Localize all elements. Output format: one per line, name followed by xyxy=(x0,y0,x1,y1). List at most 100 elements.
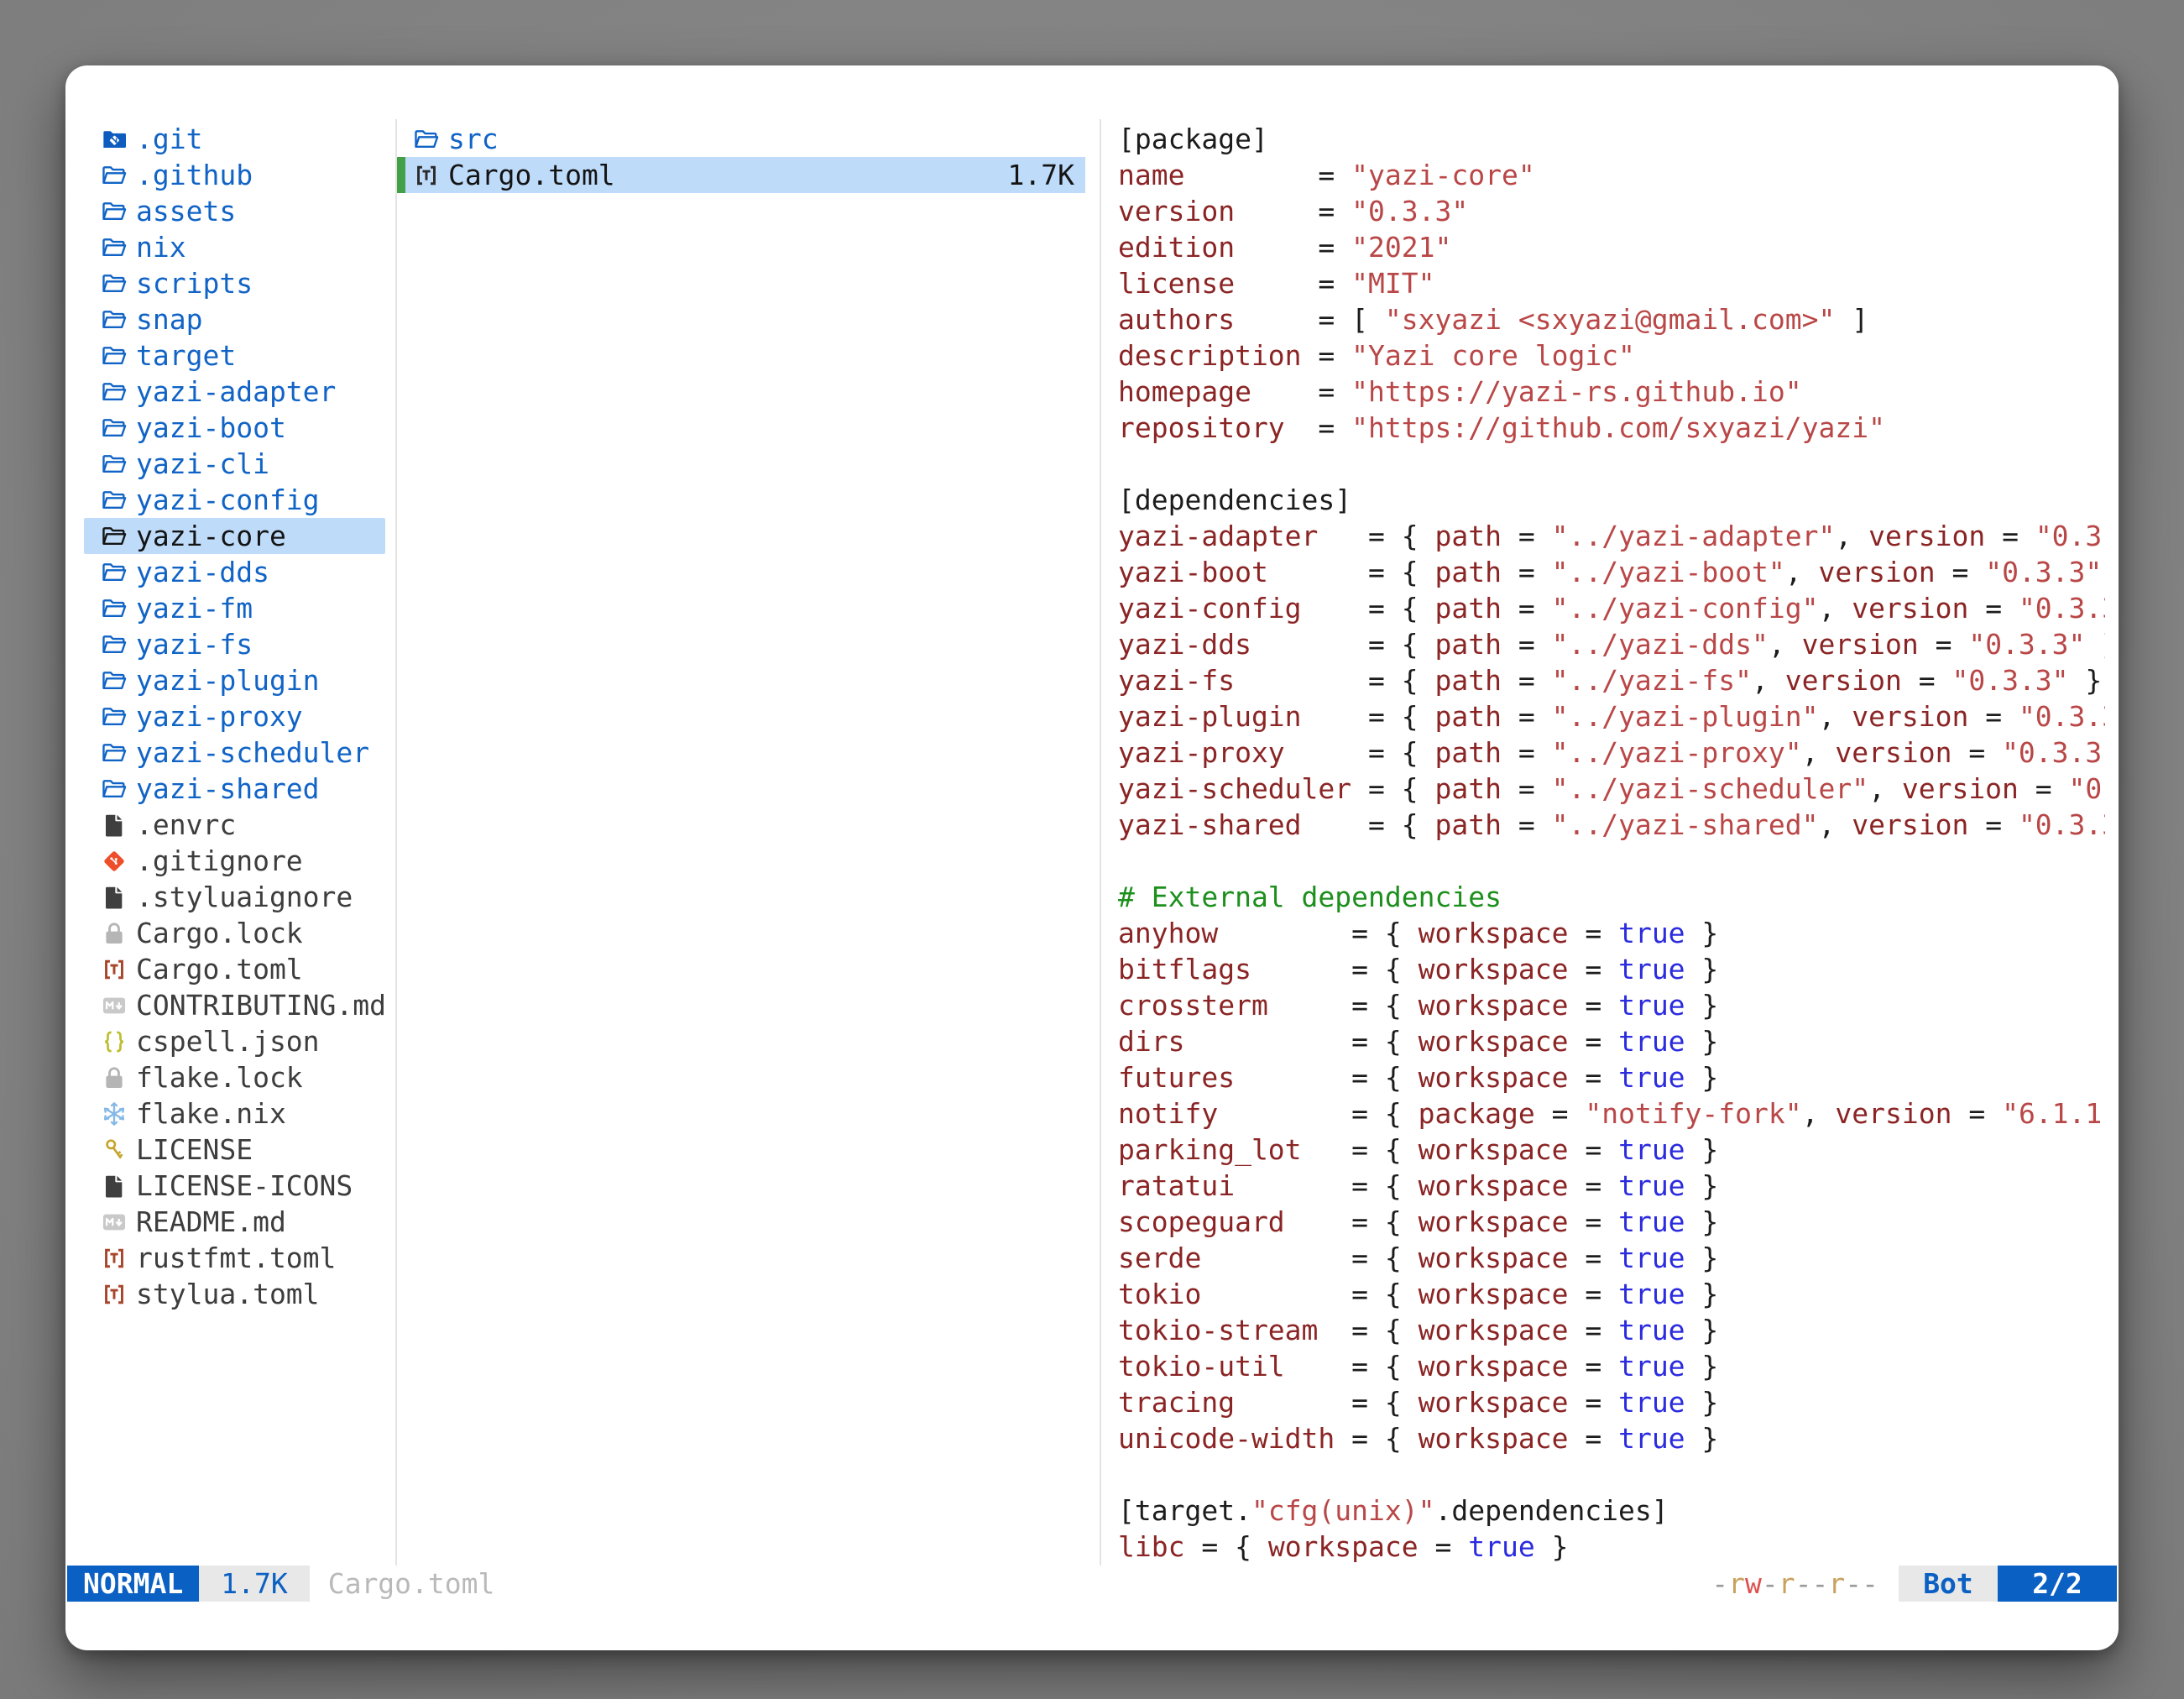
file-item-cspell.json[interactable]: cspell.json xyxy=(65,1023,395,1059)
folder-item-yazi-plugin[interactable]: yazi-plugin xyxy=(65,662,395,698)
item-label: .gitignore xyxy=(136,843,303,879)
preview-line: version = "0.3.3" xyxy=(1118,193,2105,229)
toml-icon xyxy=(413,162,440,189)
lock-icon xyxy=(101,1064,128,1091)
preview-line: yazi-adapter = { path = "../yazi-adapter… xyxy=(1118,518,2105,554)
folder-item-yazi-config[interactable]: yazi-config xyxy=(65,482,395,518)
preview-line: yazi-plugin = { path = "../yazi-plugin",… xyxy=(1118,698,2105,734)
folder-item-yazi-adapter[interactable]: yazi-adapter xyxy=(65,374,395,410)
markdown-icon xyxy=(101,1209,128,1236)
item-label: cspell.json xyxy=(136,1023,320,1059)
preview-line: [package] xyxy=(1118,121,2105,157)
folder-icon xyxy=(101,342,128,369)
selection-marker xyxy=(397,157,405,193)
git-icon xyxy=(101,848,128,875)
item-label: yazi-dds xyxy=(136,554,269,590)
preview-line: serde = { workspace = true } xyxy=(1118,1240,2105,1276)
item-label: LICENSE-ICONS xyxy=(136,1168,353,1204)
file-item-cargo.toml[interactable]: Cargo.toml xyxy=(65,951,395,987)
preview-line xyxy=(1118,1456,2105,1493)
preview-line: crossterm = { workspace = true } xyxy=(1118,987,2105,1023)
preview-line: [dependencies] xyxy=(1118,482,2105,518)
folder-item-yazi-boot[interactable]: yazi-boot xyxy=(65,410,395,446)
preview-line xyxy=(1118,446,2105,482)
file-item-.gitignore[interactable]: .gitignore xyxy=(65,843,395,879)
current-file-item-cargo.toml[interactable]: Cargo.toml1.7K xyxy=(397,157,1085,193)
folder-item-yazi-fm[interactable]: yazi-fm xyxy=(65,590,395,626)
folder-item-yazi-shared[interactable]: yazi-shared xyxy=(65,771,395,807)
key-icon xyxy=(101,1137,128,1163)
folder-icon xyxy=(101,379,128,405)
preview-line: yazi-dds = { path = "../yazi-dds", versi… xyxy=(1118,626,2105,662)
folder-item-yazi-scheduler[interactable]: yazi-scheduler xyxy=(65,734,395,771)
folder-item-yazi-core[interactable]: yazi-core xyxy=(65,518,395,554)
item-label: yazi-fs xyxy=(136,626,253,662)
file-item-contributing.md[interactable]: CONTRIBUTING.md xyxy=(65,987,395,1023)
folder-icon xyxy=(413,126,440,153)
folder-item-yazi-proxy[interactable]: yazi-proxy xyxy=(65,698,395,734)
preview-line: authors = [ "sxyazi <sxyazi@gmail.com>" … xyxy=(1118,301,2105,337)
item-label: .github xyxy=(136,157,253,193)
preview-line: yazi-scheduler = { path = "../yazi-sched… xyxy=(1118,771,2105,807)
folder-item-yazi-dds[interactable]: yazi-dds xyxy=(65,554,395,590)
file-item-license-icons[interactable]: LICENSE-ICONS xyxy=(65,1168,395,1204)
folder-item-scripts[interactable]: scripts xyxy=(65,265,395,301)
preview-line: anyhow = { workspace = true } xyxy=(1118,915,2105,951)
preview-line: name = "yazi-core" xyxy=(1118,157,2105,193)
folder-icon xyxy=(101,198,128,225)
preview-line: scopeguard = { workspace = true } xyxy=(1118,1204,2105,1240)
item-label: rustfmt.toml xyxy=(136,1240,336,1276)
folder-icon xyxy=(101,270,128,297)
item-label: yazi-cli xyxy=(136,446,269,482)
preview-line: # External dependencies xyxy=(1118,879,2105,915)
item-label: Cargo.toml xyxy=(136,951,303,987)
cursor-counter-badge: 2/2 xyxy=(1998,1566,2117,1602)
file-item-.envrc[interactable]: .envrc xyxy=(65,807,395,843)
preview-line: homepage = "https://yazi-rs.github.io" xyxy=(1118,374,2105,410)
status-filename: Cargo.toml xyxy=(328,1566,495,1602)
current-folder-item-src[interactable]: src xyxy=(397,121,1085,157)
file-item-.styluaignore[interactable]: .styluaignore xyxy=(65,879,395,915)
pane-divider-left xyxy=(395,119,397,1566)
item-label: yazi-boot xyxy=(136,410,286,446)
item-label: yazi-scheduler xyxy=(136,734,369,771)
file-item-flake.nix[interactable]: flake.nix xyxy=(65,1095,395,1132)
file-item-stylua.toml[interactable]: stylua.toml xyxy=(65,1276,395,1312)
folder-item-snap[interactable]: snap xyxy=(65,301,395,337)
lock-icon xyxy=(101,920,128,947)
item-label: yazi-fm xyxy=(136,590,253,626)
preview-line: yazi-proxy = { path = "../yazi-proxy", v… xyxy=(1118,734,2105,771)
item-label: flake.nix xyxy=(136,1095,286,1132)
status-bar: NORMAL 1.7K Cargo.toml -rw-r--r-- Bot 2/… xyxy=(65,1566,2119,1602)
folder-icon xyxy=(101,559,128,586)
folder-item-.github[interactable]: .github xyxy=(65,157,395,193)
file-preview-pane: [package]name = "yazi-core"version = "0.… xyxy=(1101,121,2105,1565)
toml-icon xyxy=(101,1245,128,1272)
folder-item-nix[interactable]: nix xyxy=(65,229,395,265)
file-item-rustfmt.toml[interactable]: rustfmt.toml xyxy=(65,1240,395,1276)
file-item-cargo.lock[interactable]: Cargo.lock xyxy=(65,915,395,951)
folder-git-icon xyxy=(101,126,128,153)
file-icon xyxy=(101,884,128,911)
preview-line: tokio = { workspace = true } xyxy=(1118,1276,2105,1312)
preview-line: futures = { workspace = true } xyxy=(1118,1059,2105,1095)
item-label: Cargo.toml xyxy=(448,157,615,193)
file-item-readme.md[interactable]: README.md xyxy=(65,1204,395,1240)
folder-item-target[interactable]: target xyxy=(65,337,395,374)
folder-item-.git[interactable]: .git xyxy=(65,121,395,157)
preview-line: bitflags = { workspace = true } xyxy=(1118,951,2105,987)
preview-line: ratatui = { workspace = true } xyxy=(1118,1168,2105,1204)
preview-line: tracing = { workspace = true } xyxy=(1118,1384,2105,1420)
folder-item-yazi-fs[interactable]: yazi-fs xyxy=(65,626,395,662)
preview-line: tokio-util = { workspace = true } xyxy=(1118,1348,2105,1384)
item-label: yazi-adapter xyxy=(136,374,336,410)
preview-line: tokio-stream = { workspace = true } xyxy=(1118,1312,2105,1348)
preview-line: yazi-shared = { path = "../yazi-shared",… xyxy=(1118,807,2105,843)
file-item-license[interactable]: LICENSE xyxy=(65,1132,395,1168)
folder-item-yazi-cli[interactable]: yazi-cli xyxy=(65,446,395,482)
file-item-flake.lock[interactable]: flake.lock xyxy=(65,1059,395,1095)
folder-icon xyxy=(101,595,128,622)
folder-item-assets[interactable]: assets xyxy=(65,193,395,229)
preview-line: edition = "2021" xyxy=(1118,229,2105,265)
folder-icon xyxy=(101,487,128,514)
